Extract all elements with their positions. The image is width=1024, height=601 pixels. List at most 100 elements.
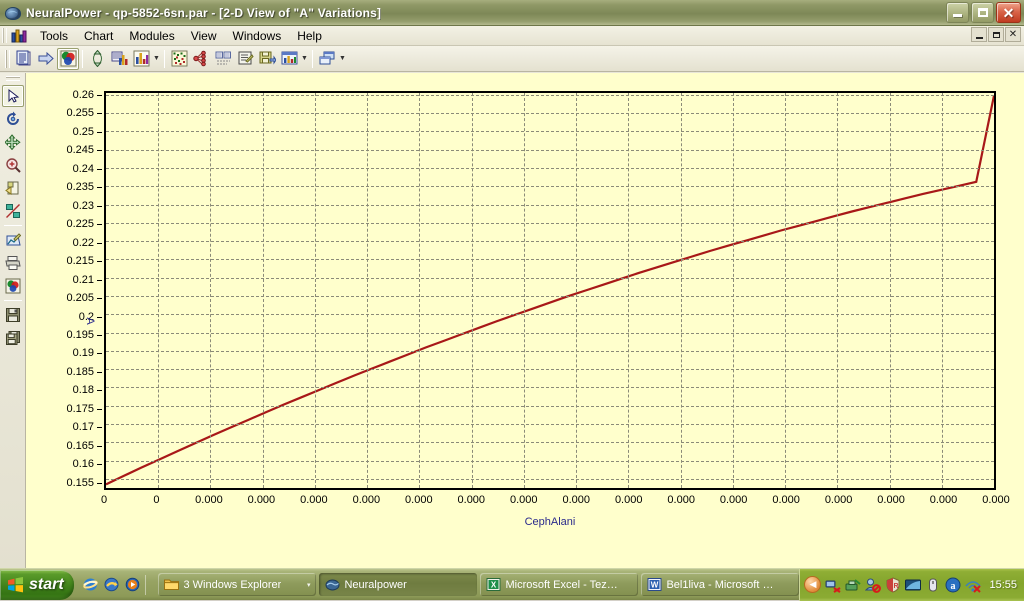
arrange-icon[interactable]	[316, 48, 338, 70]
chart-2d-view[interactable]: 0.1550.160.1650.170.1750.180.1850.190.19…	[26, 73, 1024, 568]
chevron-down-icon[interactable]: ▾	[307, 581, 311, 589]
chart-type-dropdown-arrow[interactable]: ▼	[300, 48, 309, 70]
save-chart-icon[interactable]	[256, 48, 278, 70]
safely-remove-hardware-icon[interactable]	[845, 577, 861, 593]
next-arrow-icon[interactable]	[35, 48, 57, 70]
menu-item-chart[interactable]: Chart	[76, 27, 121, 45]
chart-type-icon[interactable]	[278, 48, 300, 70]
gridline-vertical	[942, 93, 943, 488]
bar-chart-dropdown-arrow[interactable]: ▼	[152, 48, 161, 70]
compare-icon[interactable]	[212, 48, 234, 70]
sort-updown-icon[interactable]	[86, 48, 108, 70]
properties-icon[interactable]	[234, 48, 256, 70]
rotate-tool[interactable]	[2, 108, 24, 130]
security-alert-icon[interactable]: R	[885, 577, 901, 593]
toolbar-separator-1	[82, 50, 83, 68]
show-desktop-icon[interactable]	[103, 576, 120, 593]
gridline-horizontal	[106, 150, 994, 151]
x-tick-label: 0.000	[300, 494, 328, 506]
menu-item-help[interactable]: Help	[289, 27, 330, 45]
arrange-dropdown-arrow[interactable]: ▼	[338, 48, 347, 70]
taskbutton-windows-explorer[interactable]: 3 Windows Explorer ▾	[158, 573, 316, 596]
gridline-horizontal	[106, 186, 994, 187]
svg-text:X: X	[491, 581, 497, 590]
menu-item-windows[interactable]: Windows	[225, 27, 290, 45]
application-icon[interactable]	[11, 28, 27, 43]
gridline-vertical	[681, 93, 682, 488]
taskbutton-word[interactable]: W Bel1liva - Microsoft …	[641, 573, 799, 596]
palette-tool[interactable]	[2, 275, 24, 297]
taskbutton-neuralpower[interactable]: Neuralpower	[319, 573, 477, 596]
plot-edit-tool[interactable]	[2, 229, 24, 251]
pan-tool[interactable]	[2, 131, 24, 153]
color-split-tool[interactable]	[2, 200, 24, 222]
mdi-minimize-button[interactable]	[971, 27, 987, 42]
palette-grip[interactable]	[6, 76, 20, 81]
gridline-horizontal	[106, 168, 994, 169]
3d-view-icon[interactable]	[57, 48, 79, 70]
user-accounts-icon[interactable]	[865, 577, 881, 593]
taskbutton-excel[interactable]: X Microsoft Excel - Tez…	[480, 573, 638, 596]
display-adapter-icon[interactable]	[905, 577, 921, 593]
zoom-in-tool[interactable]	[2, 154, 24, 176]
toolbar-grip-1[interactable]	[5, 50, 10, 68]
gridline-vertical	[890, 93, 891, 488]
taskbutton-label: Neuralpower	[344, 579, 406, 591]
pointer-tool[interactable]	[2, 85, 24, 107]
close-button[interactable]: ✕	[996, 2, 1021, 23]
y-tick-label: 0.19	[73, 347, 94, 359]
menu-item-tools[interactable]: Tools	[32, 27, 76, 45]
gridline-horizontal	[106, 296, 994, 297]
bar-chart-icon[interactable]	[130, 48, 152, 70]
gridline-horizontal	[106, 113, 994, 114]
quick-launch-separator	[145, 575, 148, 595]
start-button[interactable]: start	[0, 570, 74, 600]
tray-expand-button[interactable]: ◀	[804, 576, 821, 593]
palette-separator-2	[4, 300, 22, 301]
toolbar-separator-2	[164, 50, 165, 68]
y-tick-mark	[97, 483, 102, 484]
minimize-button[interactable]	[946, 2, 969, 23]
y-tick-mark	[97, 372, 102, 373]
mdi-client-area: 0.1550.160.1650.170.1750.180.1850.190.19…	[26, 73, 1024, 568]
clock[interactable]: 15:55	[989, 579, 1017, 591]
svg-text:a: a	[951, 581, 956, 592]
task-button-list: 3 Windows Explorer ▾ Neuralpower X Micro…	[154, 573, 799, 596]
save-tool[interactable]	[2, 304, 24, 326]
adobe-icon[interactable]: a	[945, 577, 961, 593]
wireless-disconnected-icon[interactable]	[965, 577, 981, 593]
y-tick-mark	[97, 113, 102, 114]
gridline-vertical	[367, 93, 368, 488]
network-icon[interactable]	[190, 48, 212, 70]
gridline-horizontal	[106, 369, 994, 370]
data-chart-icon[interactable]	[108, 48, 130, 70]
media-player-icon[interactable]	[124, 576, 141, 593]
taskbutton-label: 3 Windows Explorer	[183, 579, 281, 591]
svg-text:R: R	[894, 583, 899, 590]
print-tool[interactable]	[2, 252, 24, 274]
y-tick-mark	[97, 243, 102, 244]
page-turn-tool[interactable]	[2, 177, 24, 199]
mdi-close-button[interactable]: ✕	[1005, 27, 1021, 42]
scatter-matrix-icon[interactable]	[168, 48, 190, 70]
internet-explorer-icon[interactable]	[82, 576, 99, 593]
menu-item-view[interactable]: View	[183, 27, 225, 45]
mdi-restore-button[interactable]	[988, 27, 1004, 42]
usb-device-icon[interactable]	[925, 577, 941, 593]
menu-item-modules[interactable]: Modules	[121, 27, 182, 45]
menu-grip[interactable]	[2, 28, 7, 43]
report-icon[interactable]	[13, 48, 35, 70]
gridline-vertical	[472, 93, 473, 488]
network-disconnected-icon[interactable]	[825, 577, 841, 593]
palette-separator-1	[4, 225, 22, 226]
mdi-minimize-icon	[976, 37, 983, 39]
gridline-vertical	[158, 93, 159, 488]
gridline-horizontal	[106, 461, 994, 462]
plot-area[interactable]	[104, 91, 996, 490]
mdi-close-icon: ✕	[1009, 30, 1017, 40]
taskbar: start	[0, 568, 1024, 600]
close-icon: ✕	[1003, 7, 1015, 19]
maximize-button[interactable]	[971, 2, 994, 23]
copy-tool[interactable]	[2, 327, 24, 349]
y-tick-label: 0.23	[73, 200, 94, 212]
